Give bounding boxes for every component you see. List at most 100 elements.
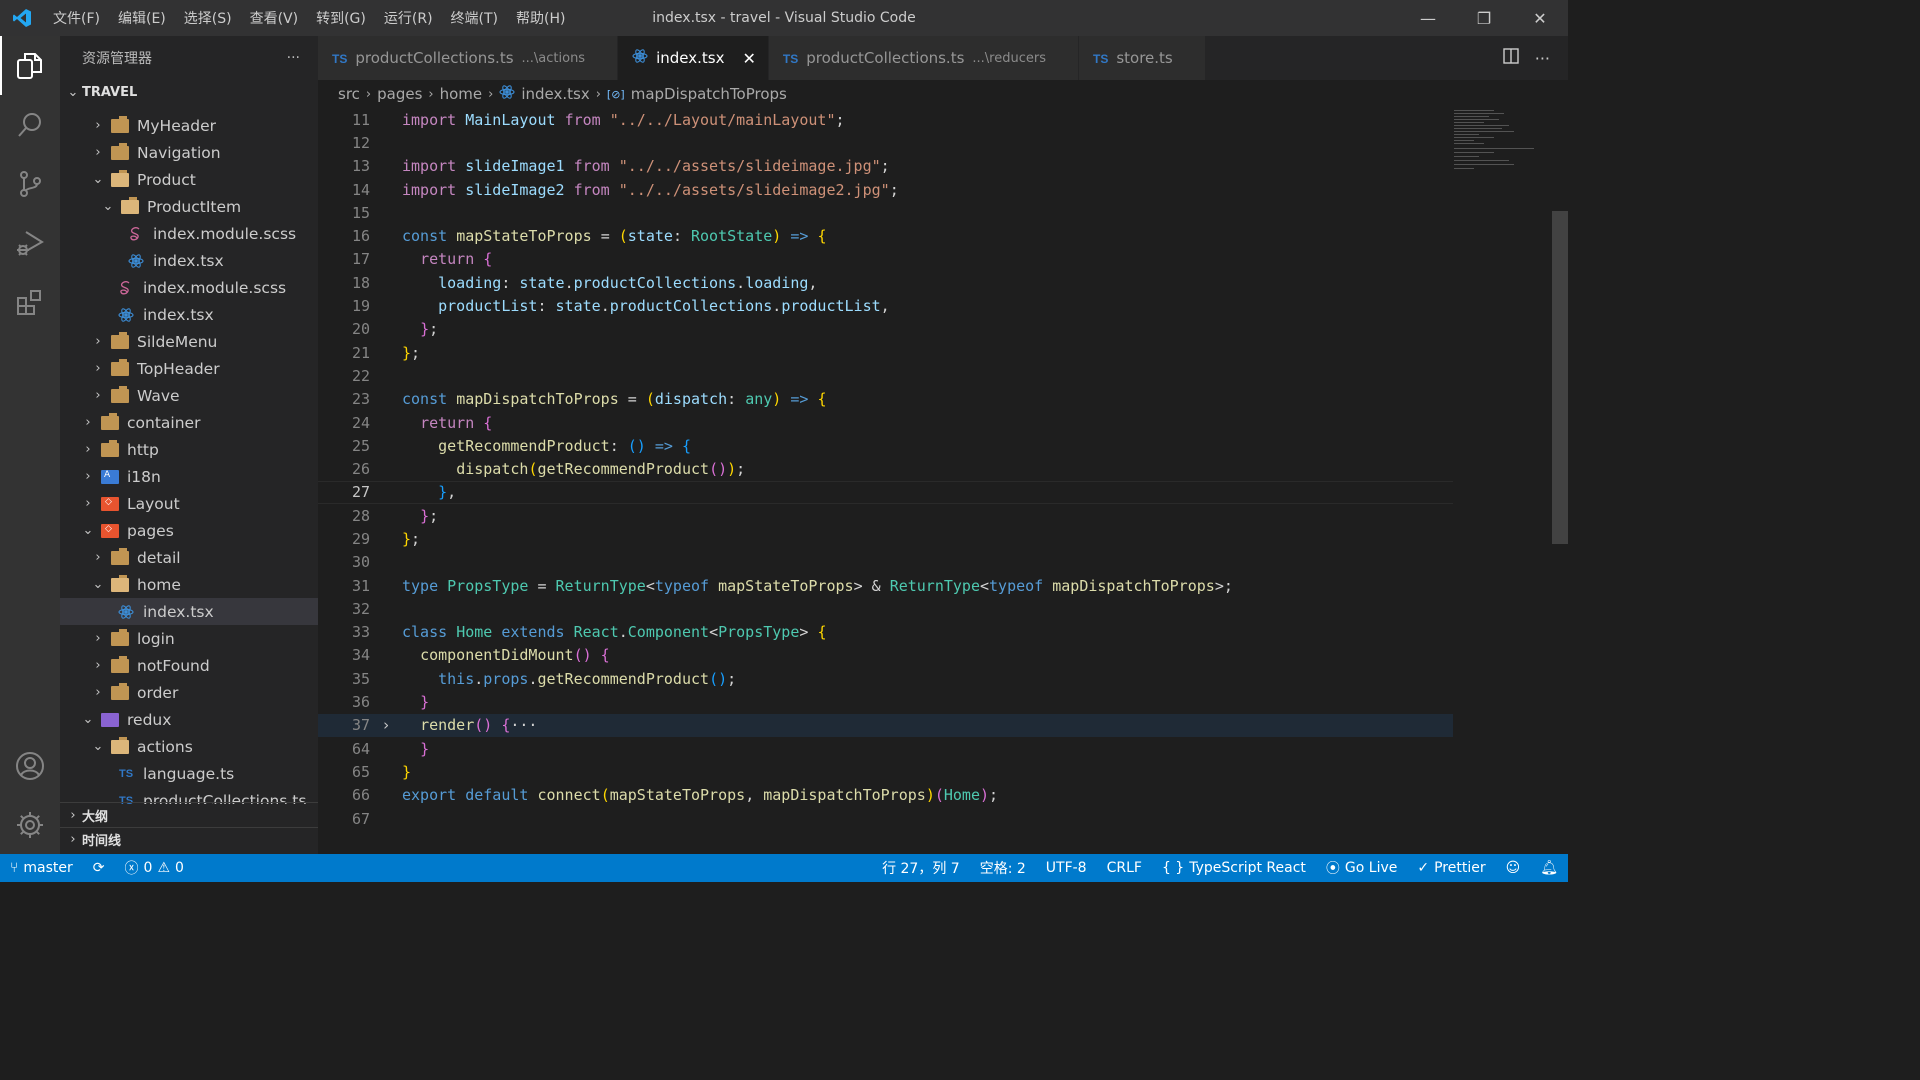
- menu-item[interactable]: 终端(T): [442, 8, 507, 28]
- tree-item[interactable]: index.tsx: [60, 247, 318, 274]
- tab-productCollections-ts[interactable]: TS productCollections.ts ...\reducers: [768, 36, 1079, 80]
- code-line[interactable]: 24 return {: [318, 411, 1453, 434]
- menu-item[interactable]: 文件(F): [44, 8, 109, 28]
- menu-item[interactable]: 转到(G): [307, 8, 375, 28]
- code-line[interactable]: 65}: [318, 760, 1453, 783]
- tree-item[interactable]: ⌄ ◇ pages: [60, 517, 318, 544]
- tree-item[interactable]: › TopHeader: [60, 355, 318, 382]
- extensions-icon[interactable]: [0, 272, 60, 331]
- breadcrumb-item[interactable]: mapDispatchToProps: [631, 85, 787, 103]
- code-line[interactable]: 22: [318, 364, 1453, 387]
- code-line[interactable]: 19 productList: state.productCollections…: [318, 294, 1453, 317]
- indentation[interactable]: 空格: 2: [970, 858, 1036, 878]
- code-line[interactable]: 27 },: [318, 480, 1453, 505]
- close-tab-icon[interactable]: ✕: [742, 49, 755, 68]
- tree-item[interactable]: › ◇ Layout: [60, 490, 318, 517]
- code-line[interactable]: 35 this.props.getRecommendProduct();: [318, 667, 1453, 690]
- code-line[interactable]: 20 };: [318, 318, 1453, 341]
- code-line[interactable]: 31 type PropsType = ReturnType<typeof map…: [318, 574, 1453, 597]
- more-actions-button[interactable]: ···: [287, 50, 300, 66]
- tree-item[interactable]: index.tsx: [60, 301, 318, 328]
- tree-item[interactable]: › container: [60, 409, 318, 436]
- tab-productCollections-ts[interactable]: TS productCollections.ts ...\actions: [318, 36, 619, 80]
- code-line[interactable]: 32: [318, 597, 1453, 620]
- section-travel[interactable]: ⌄ TRAVEL: [60, 80, 318, 104]
- code-line[interactable]: 66 export default connect(mapStateToProps…: [318, 784, 1453, 807]
- menu-item[interactable]: 运行(R): [375, 8, 442, 28]
- menu-item[interactable]: 选择(S): [175, 8, 241, 28]
- code-line[interactable]: 33 class Home extends React.Component<Pro…: [318, 621, 1453, 644]
- code-line[interactable]: 16 const mapStateToProps = (state: RootSt…: [318, 224, 1453, 247]
- go-live-button[interactable]: ⦿ Go Live: [1316, 858, 1407, 878]
- branch-indicator[interactable]: ⑂ master: [0, 860, 83, 876]
- tree-item[interactable]: › Navigation: [60, 139, 318, 166]
- code-line[interactable]: 15: [318, 201, 1453, 224]
- tree-item[interactable]: TS language.ts: [60, 760, 318, 787]
- code-line[interactable]: 12: [318, 131, 1453, 154]
- restore-button[interactable]: ❐: [1456, 0, 1512, 36]
- tree-item[interactable]: › MyHeader: [60, 112, 318, 139]
- code-line[interactable]: 36 }: [318, 690, 1453, 713]
- tree-item[interactable]: ⌄ ProductItem: [60, 193, 318, 220]
- menu-item[interactable]: 查看(V): [241, 8, 308, 28]
- code-line[interactable]: 37 › render() {···: [318, 713, 1453, 738]
- code-line[interactable]: 67: [318, 807, 1453, 830]
- tree-item[interactable]: ⌄ Product: [60, 166, 318, 193]
- code-line[interactable]: 11 import MainLayout from "../../Layout/m…: [318, 108, 1453, 131]
- breadcrumb-item[interactable]: index.tsx: [521, 85, 589, 103]
- account-icon[interactable]: [0, 736, 60, 795]
- tree-item[interactable]: › Wave: [60, 382, 318, 409]
- code-line[interactable]: 17 return {: [318, 248, 1453, 271]
- run-debug-icon[interactable]: [0, 213, 60, 272]
- minimize-button[interactable]: —: [1400, 0, 1456, 36]
- code-line[interactable]: 30: [318, 551, 1453, 574]
- source-control-icon[interactable]: [0, 154, 60, 213]
- tree-item[interactable]: › Ai18n: [60, 463, 318, 490]
- code-editor[interactable]: 11 import MainLayout from "../../Layout/m…: [318, 108, 1453, 854]
- tree-item[interactable]: › notFound: [60, 652, 318, 679]
- breadcrumb-item[interactable]: home: [440, 85, 483, 103]
- tree-item[interactable]: ⌄ actions: [60, 733, 318, 760]
- language-mode[interactable]: { } TypeScript React: [1152, 860, 1316, 876]
- search-icon[interactable]: [0, 95, 60, 154]
- vertical-scrollbar[interactable]: [1552, 211, 1568, 544]
- code-line[interactable]: 23 const mapDispatchToProps = (dispatch: …: [318, 388, 1453, 411]
- code-line[interactable]: 26 dispatch(getRecommendProduct());: [318, 457, 1453, 480]
- encoding[interactable]: UTF-8: [1036, 860, 1097, 876]
- tree-item[interactable]: ⌄ redux: [60, 706, 318, 733]
- tree-item[interactable]: index.tsx: [60, 598, 318, 625]
- tree-item[interactable]: index.module.scss: [60, 220, 318, 247]
- close-window-button[interactable]: ✕: [1512, 0, 1568, 36]
- tab-index-tsx[interactable]: index.tsx ✕: [618, 36, 769, 80]
- tree-item[interactable]: › order: [60, 679, 318, 706]
- split-editor-icon[interactable]: [1503, 48, 1519, 68]
- code-line[interactable]: 13 import slideImage1 from "../../assets/…: [318, 155, 1453, 178]
- section-outline[interactable]: › 大纲: [60, 803, 318, 827]
- menu-item[interactable]: 编辑(E): [109, 8, 175, 28]
- explorer-icon[interactable]: [0, 36, 60, 95]
- breadcrumb-item[interactable]: src: [338, 85, 360, 103]
- code-line[interactable]: 28 };: [318, 504, 1453, 527]
- breadcrumb-item[interactable]: pages: [377, 85, 422, 103]
- tree-item[interactable]: › SildeMenu: [60, 328, 318, 355]
- tree-item[interactable]: index.module.scss: [60, 274, 318, 301]
- tree-item[interactable]: › http: [60, 436, 318, 463]
- code-line[interactable]: 29};: [318, 527, 1453, 550]
- settings-gear-icon[interactable]: [0, 795, 60, 854]
- cursor-position[interactable]: 行 27，列 7: [872, 858, 970, 878]
- menu-item[interactable]: 帮助(H): [507, 8, 574, 28]
- sync-button[interactable]: ⟳: [83, 860, 115, 876]
- prettier-status[interactable]: ✓ Prettier: [1407, 860, 1495, 876]
- code-line[interactable]: 64 }: [318, 737, 1453, 760]
- line-ending[interactable]: CRLF: [1097, 860, 1152, 876]
- fold-chevron-icon[interactable]: ›: [370, 716, 402, 734]
- section-timeline[interactable]: › 时间线: [60, 827, 318, 851]
- code-line[interactable]: 21};: [318, 341, 1453, 364]
- problems-indicator[interactable]: ⓧ 0 ⚠ 0: [115, 858, 194, 878]
- tree-item[interactable]: › detail: [60, 544, 318, 571]
- more-actions-icon[interactable]: ···: [1535, 49, 1550, 68]
- code-line[interactable]: 34 componentDidMount() {: [318, 644, 1453, 667]
- tree-item[interactable]: ⌄ home: [60, 571, 318, 598]
- code-line[interactable]: 25 getRecommendProduct: () => {: [318, 434, 1453, 457]
- notifications-bell-icon[interactable]: 🔔︎: [1530, 860, 1568, 876]
